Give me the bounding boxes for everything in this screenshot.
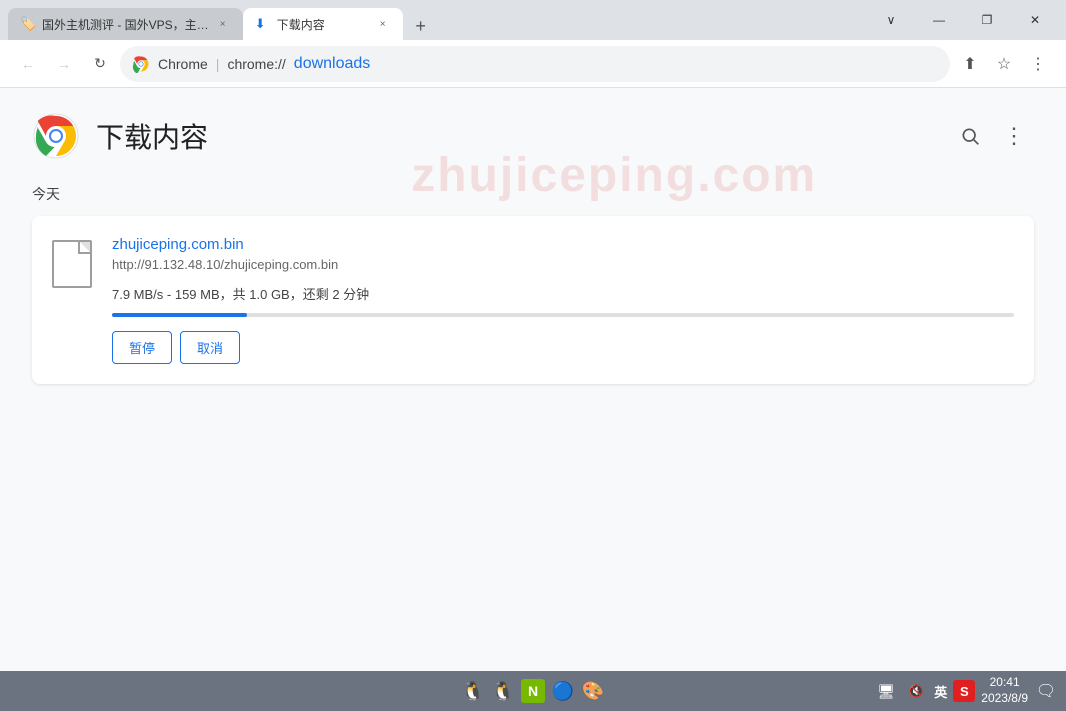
forward-button[interactable]: → [48,48,80,80]
tab1-favicon: 🏷️ [20,16,36,32]
progress-bar-fill [112,313,247,317]
taskbar-sogou-button[interactable]: S [953,680,975,702]
page-header: 下载内容 ⋮ [32,112,1034,160]
taskbar-icon-bluetooth[interactable]: 🔵 [551,679,575,703]
more-button[interactable]: ⋮ [1022,48,1054,80]
tab-2[interactable]: ⬇ 下载内容 × [243,8,403,40]
page-more-button[interactable]: ⋮ [994,116,1034,156]
share-button[interactable]: ⬆ [954,48,986,80]
taskbar-icon-color[interactable]: 🎨 [581,679,605,703]
chrome-logo-icon [132,55,150,73]
back-button[interactable]: ← [12,48,44,80]
window-controls: ∨ — ❐ ✕ [868,4,1058,36]
close-button[interactable]: ✕ [1012,4,1058,36]
pause-button[interactable]: 暂停 [112,331,172,364]
download-card: zhujiceping.com.bin http://91.132.48.10/… [32,216,1034,384]
toolbar: ← → ↻ Chrome | chrome:// downloads ⬆ ☆ ⋮ [0,40,1066,88]
search-icon-button[interactable] [950,116,990,156]
restore-button[interactable]: ❐ [964,4,1010,36]
taskbar-time-value: 20:41 [981,675,1028,691]
download-url: http://91.132.48.10/zhujiceping.com.bin [112,257,1014,272]
address-url-start: chrome:// [227,56,285,72]
titlebar: 🏷️ 国外主机测评 - 国外VPS，主… × ⬇ 下载内容 × + ∨ — ❐ … [0,0,1066,40]
file-icon [52,240,92,288]
page-content: zhujiceping.com 下载内容 ⋮ 今天 [0,88,1066,671]
cancel-button[interactable]: 取消 [180,331,240,364]
taskbar-icon-volume[interactable]: 🔇 [904,679,928,703]
address-site-name: Chrome [158,56,208,72]
lang-indicator[interactable]: 英 [934,682,947,701]
toolbar-actions: ⬆ ☆ ⋮ [954,48,1054,80]
tab-group: 🏷️ 国外主机测评 - 国外VPS，主… × ⬇ 下载内容 × + [8,0,860,40]
tab-1[interactable]: 🏷️ 国外主机测评 - 国外VPS，主… × [8,8,243,40]
taskbar-datetime: 20:41 2023/8/9 [981,675,1028,706]
taskbar-notify-button[interactable]: 🗨 [1034,679,1058,703]
reload-button[interactable]: ↻ [84,48,116,80]
taskbar-icon-penguin2[interactable]: 🐧 [491,679,515,703]
taskbar-right: 🖥 🔇 英 S 20:41 2023/8/9 🗨 [605,675,1058,706]
tab1-title: 国外主机测评 - 国外VPS，主… [42,16,209,33]
page-header-actions: ⋮ [950,116,1034,156]
taskbar-icon-display[interactable]: 🖥 [874,679,898,703]
tab2-favicon: ⬇ [255,16,271,32]
address-bar[interactable]: Chrome | chrome:// downloads [120,46,950,82]
tab2-close[interactable]: × [375,16,391,32]
download-info: zhujiceping.com.bin http://91.132.48.10/… [112,236,1014,364]
tab1-close[interactable]: × [215,16,231,32]
minimize-button[interactable]: — [916,4,962,36]
download-status: 7.9 MB/s - 159 MB，共 1.0 GB，还剩 2 分钟 [112,284,1014,303]
download-actions: 暂停 取消 [112,331,1014,364]
chrome-logo-large-icon [32,112,80,160]
section-today-label: 今天 [32,184,1034,204]
page-title: 下载内容 [96,116,208,156]
taskbar-date-value: 2023/8/9 [981,691,1028,707]
chevron-down-button[interactable]: ∨ [868,4,914,36]
address-separator: | [216,56,220,72]
taskbar-icon-nvidia[interactable]: N [521,679,545,703]
progress-bar-background [112,313,1014,317]
taskbar: 🐧 🐧 N 🔵 🎨 🖥 🔇 英 S 20:41 2023/8/9 🗨 [0,671,1066,711]
new-tab-button[interactable]: + [407,12,435,40]
taskbar-center: 🐧 🐧 N 🔵 🎨 [461,679,605,703]
download-filename[interactable]: zhujiceping.com.bin [112,236,1014,253]
address-url-highlight: downloads [294,55,371,73]
taskbar-icon-penguin1[interactable]: 🐧 [461,679,485,703]
tab2-title: 下载内容 [277,16,369,33]
file-icon-wrap [48,236,96,292]
bookmark-button[interactable]: ☆ [988,48,1020,80]
